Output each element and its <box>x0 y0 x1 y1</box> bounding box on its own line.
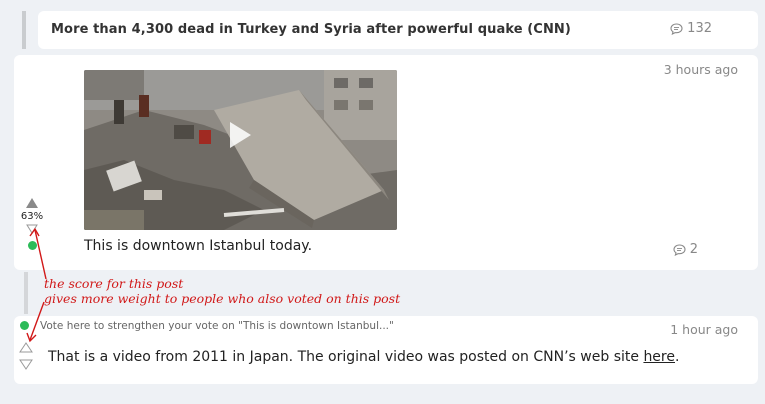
post-vote-control: 63% <box>18 198 46 250</box>
post-text: This is downtown Istanbul today. <box>84 238 313 254</box>
downvote-arrow-icon[interactable] <box>19 359 33 370</box>
rubble-image <box>84 70 397 230</box>
reply-card: Vote here to strengthen your vote on "Th… <box>14 316 758 384</box>
downvote-arrow-icon[interactable] <box>26 224 38 234</box>
reply-text: That is a video from 2011 in Japan. The … <box>48 349 679 365</box>
annotation-line-2: gives more weight to people who also vot… <box>44 291 401 306</box>
reply-vote-hint[interactable]: Vote here to strengthen your vote on "Th… <box>40 320 394 332</box>
video-thumbnail[interactable] <box>84 70 397 230</box>
reply-link-here[interactable]: here <box>643 349 675 365</box>
online-status-dot <box>20 321 29 330</box>
thread-title[interactable]: More than 4,300 dead in Turkey and Syria… <box>51 22 571 37</box>
annotation-line-1: the score for this post <box>44 276 184 291</box>
online-status-dot <box>27 241 37 250</box>
comment-bubble-icon <box>673 243 686 256</box>
reply-text-end: . <box>675 349 680 365</box>
reply-vote-control <box>19 321 33 370</box>
thread-header-card[interactable]: More than 4,300 dead in Turkey and Syria… <box>38 11 758 49</box>
reply-timestamp: 1 hour ago <box>670 322 738 337</box>
post-comment-count[interactable]: 2 <box>673 242 698 257</box>
reply-indent-bar <box>24 272 28 314</box>
post-timestamp: 3 hours ago <box>663 62 738 77</box>
post-vote-score: 63% <box>20 211 44 222</box>
post-card: 3 hours ago This is downtown Istanbul to… <box>14 55 758 270</box>
thread-indent-bar <box>22 11 26 49</box>
post-comment-count-value: 2 <box>689 242 698 257</box>
upvote-arrow-icon[interactable] <box>26 198 38 208</box>
reply-text-body: That is a video from 2011 in Japan. The … <box>48 349 644 365</box>
comment-bubble-icon <box>670 22 683 35</box>
upvote-arrow-icon[interactable] <box>19 342 33 353</box>
annotation-note: the score for this post gives more weigh… <box>44 276 400 306</box>
thread-comment-count[interactable]: 132 <box>670 21 712 36</box>
thread-comment-count-value: 132 <box>687 21 712 36</box>
page: More than 4,300 dead in Turkey and Syria… <box>0 0 765 404</box>
